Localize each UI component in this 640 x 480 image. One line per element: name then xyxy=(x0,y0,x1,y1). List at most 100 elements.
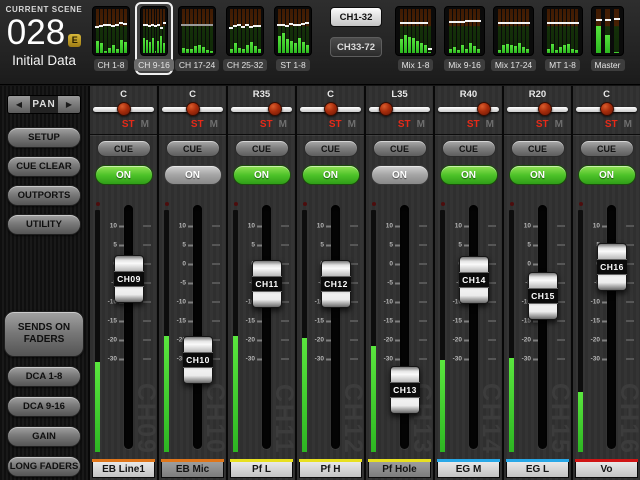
fader-cap[interactable]: CH09 xyxy=(114,255,144,303)
fader-track[interactable] xyxy=(538,205,547,449)
fader-cap[interactable]: CH16 xyxy=(597,243,627,291)
on-button[interactable]: ON xyxy=(578,165,636,185)
sidebar-button-outports[interactable]: OUTPORTS xyxy=(7,185,81,206)
fader-track[interactable] xyxy=(331,205,340,449)
pan-knob[interactable] xyxy=(379,102,393,116)
meter-block-ch-25-32[interactable]: CH 25-32 xyxy=(226,6,264,75)
fader-cap[interactable]: CH15 xyxy=(528,272,558,320)
fader-scale-tick xyxy=(557,301,565,303)
cue-button[interactable]: CUE xyxy=(166,140,220,157)
fader-scale-tick xyxy=(212,320,220,322)
sidebar-button-utility[interactable]: UTILITY xyxy=(7,214,81,235)
pan-slider[interactable] xyxy=(507,102,568,117)
meter-fill xyxy=(514,46,517,53)
pan-slider[interactable] xyxy=(300,102,361,117)
pan-slider[interactable] xyxy=(162,102,223,117)
channel-name-tag[interactable]: Pf L xyxy=(230,462,293,478)
sidebar-button-cue-clear[interactable]: CUE CLEAR xyxy=(7,156,81,177)
pan-knob[interactable] xyxy=(538,102,552,116)
pan-knob[interactable] xyxy=(600,102,614,116)
meter-bar xyxy=(254,9,257,53)
meter-fill xyxy=(278,36,281,53)
channel-name-tag[interactable]: EG L xyxy=(506,462,569,478)
cue-button[interactable]: CUE xyxy=(580,140,634,157)
on-button[interactable]: ON xyxy=(302,165,360,185)
sidebar-button-gain[interactable]: GAIN xyxy=(7,426,81,447)
pan-slider[interactable] xyxy=(438,102,499,117)
meter-fill xyxy=(124,42,127,53)
fader-track[interactable] xyxy=(607,205,616,449)
meter-block-master[interactable]: Master xyxy=(591,6,624,71)
on-button[interactable]: ON xyxy=(95,165,153,185)
top-bar: CURRENT SCENE 028 E Initial Data CH 1-8C… xyxy=(0,0,640,85)
sidebar-button-setup[interactable]: SETUP xyxy=(7,127,81,148)
meter-block-mix-1-8[interactable]: Mix 1-8 xyxy=(395,6,436,71)
level-meter xyxy=(371,210,376,452)
channel-name-tag[interactable]: EG M xyxy=(437,462,500,478)
fader-track[interactable] xyxy=(262,205,271,449)
channel-name-tag[interactable]: Vo xyxy=(575,462,638,478)
cue-button[interactable]: CUE xyxy=(97,140,151,157)
fader-scale-tick xyxy=(281,320,289,322)
cue-button[interactable]: CUE xyxy=(442,140,496,157)
meter-fill xyxy=(254,46,257,53)
sidebar-button-long-faders[interactable]: LONG FADERS xyxy=(7,456,81,477)
sidebar-button-dca-1-8[interactable]: DCA 1-8 xyxy=(7,366,81,387)
meter-block-ch-1-8[interactable]: CH 1-8 xyxy=(92,6,130,75)
fader-cap[interactable]: CH14 xyxy=(459,256,489,304)
on-button[interactable]: ON xyxy=(440,165,498,185)
pan-next-arrow-icon[interactable]: ▶ xyxy=(58,95,80,114)
meter-fill xyxy=(298,38,301,53)
pan-mode-label: PAN xyxy=(30,99,58,110)
cue-button[interactable]: CUE xyxy=(373,140,427,157)
meter-bar xyxy=(206,9,209,53)
on-button[interactable]: ON xyxy=(233,165,291,185)
cue-button[interactable]: CUE xyxy=(304,140,358,157)
meter-fill xyxy=(400,39,403,53)
sidebar-button-dca-9-16[interactable]: DCA 9-16 xyxy=(7,396,81,417)
meter-block-ch-9-16[interactable]: CH 9-16 xyxy=(135,2,173,75)
mono-assign-indicator: M xyxy=(279,119,287,130)
fader-cap[interactable]: CH11 xyxy=(252,260,282,308)
bank-button-ch33-72[interactable]: CH33-72 xyxy=(330,37,382,57)
fader-cap[interactable]: CH10 xyxy=(183,336,213,384)
on-button[interactable]: ON xyxy=(371,165,429,185)
pan-knob[interactable] xyxy=(117,102,131,116)
pan-knob[interactable] xyxy=(324,102,338,116)
meter-block-mt-1-8[interactable]: MT 1-8 xyxy=(542,6,583,71)
cue-button[interactable]: CUE xyxy=(511,140,565,157)
fader-position-tick xyxy=(477,20,481,22)
fader-cap[interactable]: CH13 xyxy=(390,366,420,414)
pan-slider[interactable] xyxy=(369,102,430,117)
channel-ghost-label: CH11 xyxy=(271,384,296,455)
meter-block-mix-9-16[interactable]: Mix 9-16 xyxy=(444,6,485,71)
fader-scale-tick xyxy=(143,244,151,246)
channel-name-tag[interactable]: EB Line1 xyxy=(92,462,155,478)
bank-button-ch1-32[interactable]: CH1-32 xyxy=(330,7,382,27)
pan-slider[interactable] xyxy=(93,102,154,117)
fader-track[interactable] xyxy=(469,205,478,449)
pan-slider[interactable] xyxy=(576,102,637,117)
channel-name-tag[interactable]: EB Mic xyxy=(161,462,224,478)
pan-slider[interactable] xyxy=(231,102,292,117)
sends-on-faders-button[interactable]: SENDS ON FADERS xyxy=(4,311,84,357)
pan-prev-arrow-icon[interactable]: ◀ xyxy=(8,95,30,114)
meter-bar xyxy=(246,9,249,53)
on-button[interactable]: ON xyxy=(164,165,222,185)
meter-block-ch-17-24[interactable]: CH 17-24 xyxy=(178,6,216,75)
fader-cap[interactable]: CH12 xyxy=(321,260,351,308)
on-button[interactable]: ON xyxy=(509,165,567,185)
meter-bar xyxy=(302,9,305,53)
channel-name-tag[interactable]: Pf H xyxy=(299,462,362,478)
fader-scale-tick xyxy=(557,358,565,360)
meter-block-mix-17-24[interactable]: Mix 17-24 xyxy=(493,6,534,71)
scene-panel[interactable]: CURRENT SCENE 028 E Initial Data xyxy=(0,0,88,68)
pan-knob[interactable] xyxy=(186,102,200,116)
meter-block-st-1-8[interactable]: ST 1-8 xyxy=(274,6,312,75)
channel-name-tag[interactable]: Pf Hole xyxy=(368,462,431,478)
pan-knob[interactable] xyxy=(477,102,491,116)
pan-knob[interactable] xyxy=(268,102,282,116)
fader-track[interactable] xyxy=(193,205,202,449)
fader-track[interactable] xyxy=(124,205,133,449)
cue-button[interactable]: CUE xyxy=(235,140,289,157)
